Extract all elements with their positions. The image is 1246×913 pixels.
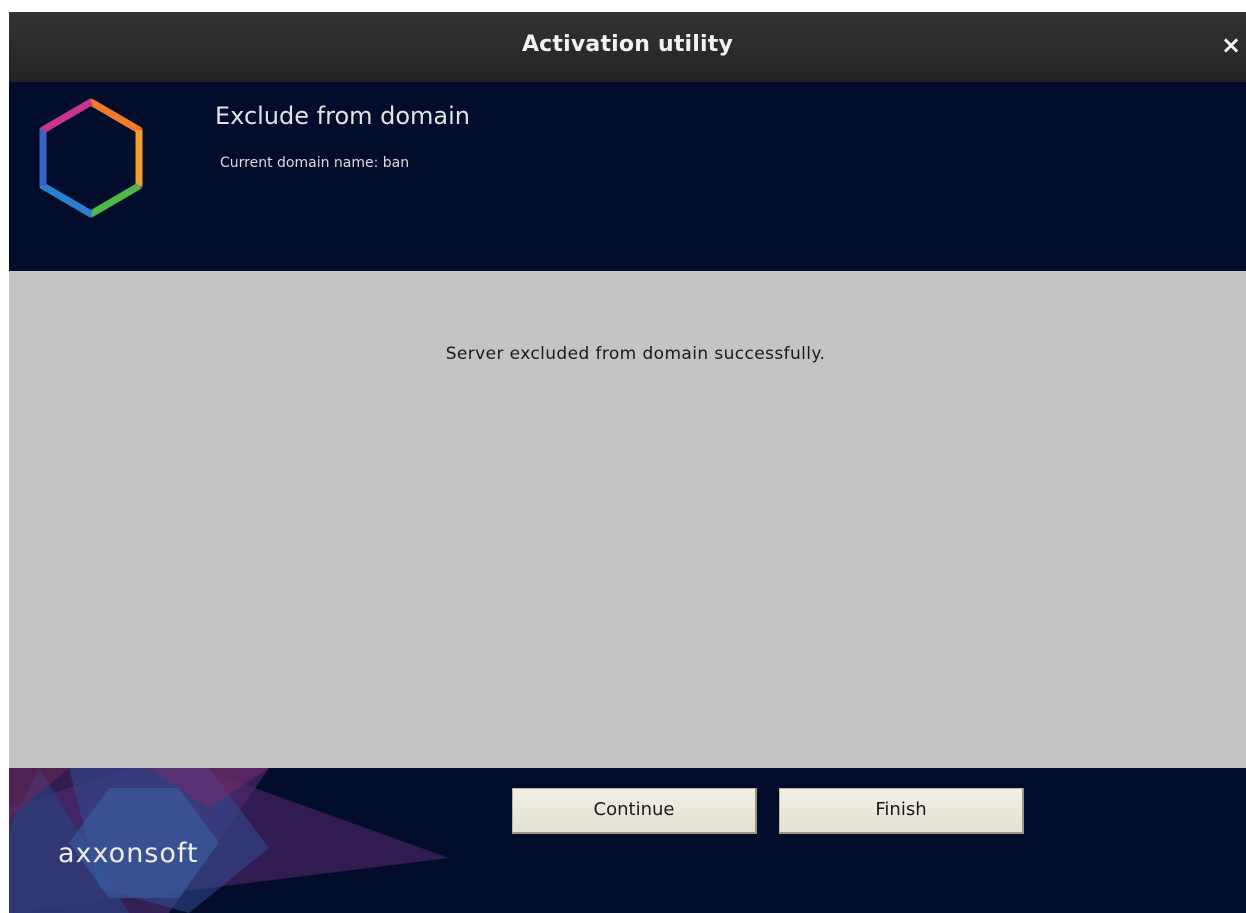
activation-utility-window: Activation utility × Exclude from domain… xyxy=(9,12,1246,913)
close-icon[interactable]: × xyxy=(1220,32,1242,58)
wizard-header: Exclude from domain Current domain name:… xyxy=(9,82,1246,271)
wizard-content: Server excluded from domain successfully… xyxy=(9,271,1246,768)
current-domain-label: Current domain name: ban xyxy=(220,155,410,171)
hexagon-logo-icon xyxy=(39,98,143,218)
title-bar[interactable]: Activation utility × xyxy=(9,12,1246,82)
continue-button[interactable]: Continue xyxy=(512,788,757,834)
wizard-footer: axxonsoft Continue Finish xyxy=(9,768,1246,913)
wizard-heading: Exclude from domain xyxy=(215,102,471,130)
finish-button[interactable]: Finish xyxy=(779,788,1024,834)
window-title: Activation utility xyxy=(521,32,734,57)
status-message: Server excluded from domain successfully… xyxy=(445,344,826,364)
axxonsoft-brand-logo: axxonsoft xyxy=(58,838,199,869)
